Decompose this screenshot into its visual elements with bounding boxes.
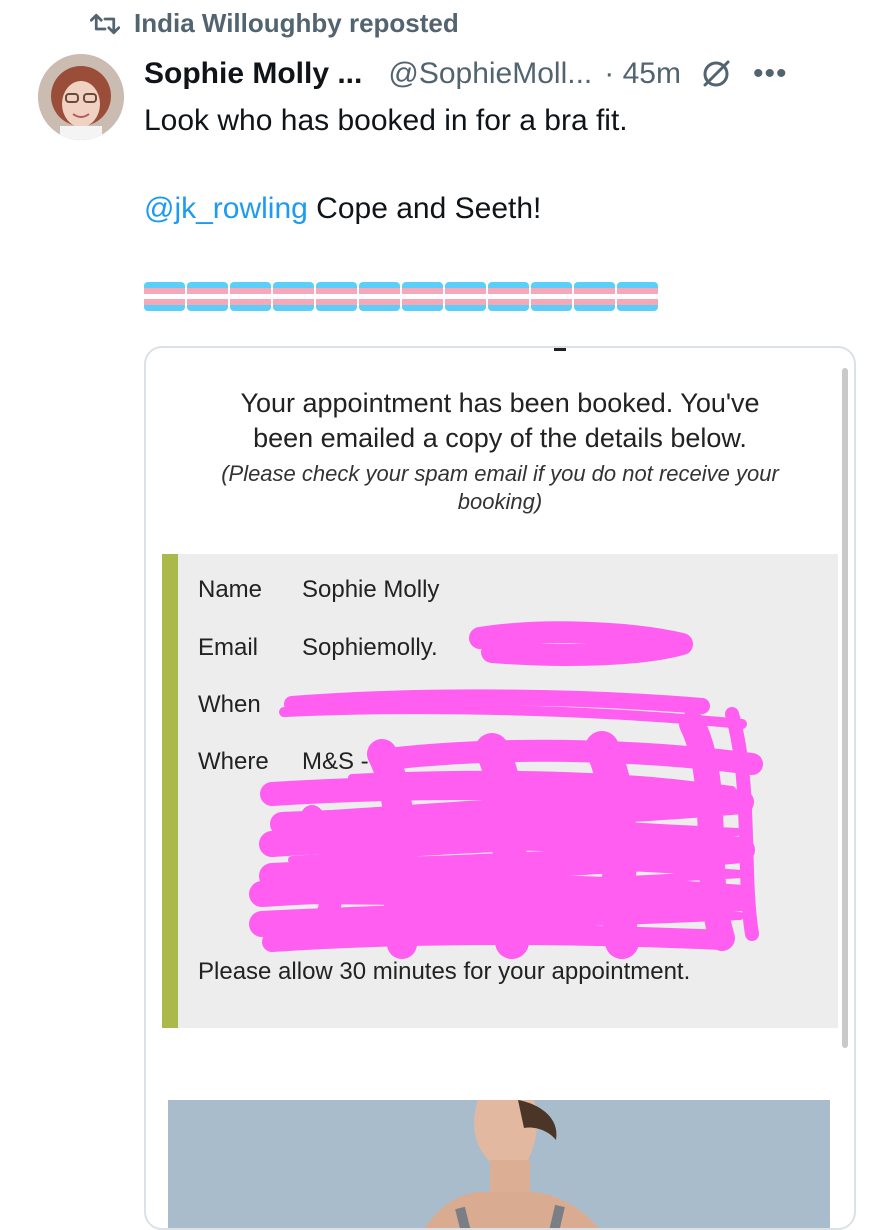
grok-icon[interactable] [699, 57, 733, 91]
repost-indicator[interactable]: India Willoughby reposted [90, 8, 459, 39]
avatar-image [38, 54, 124, 140]
confirmation-line-1: Your appointment has been booked. You've [240, 388, 760, 418]
transgender-flag-icon [617, 282, 658, 311]
transgender-flag-icon [144, 282, 185, 311]
transgender-flag-icon [359, 282, 400, 311]
post-header: Sophie Molly ... @SophieMoll... · 45m ••… [144, 52, 864, 96]
scrollbar [842, 368, 848, 1048]
mention-link[interactable]: @jk_rowling [144, 192, 308, 225]
confirmation-line-2: been emailed a copy of the details below… [253, 423, 747, 453]
transgender-flag-icon [230, 282, 271, 311]
repost-text: India Willoughby reposted [134, 8, 459, 38]
post-text-line-1: Look who has booked in for a bra fit. [144, 104, 628, 137]
spam-note: (Please check your spam email if you do … [162, 460, 838, 516]
redaction-scribble [249, 621, 763, 959]
more-icon[interactable]: ••• [753, 57, 788, 91]
transgender-flag-icon [273, 282, 314, 311]
transgender-flag-icon [488, 282, 529, 311]
transgender-flag-icon [402, 282, 443, 311]
transgender-flag-icon [316, 282, 357, 311]
post-text-line-2: @jk_rowling Cope and Seeth! [144, 192, 541, 226]
model-photo [168, 1100, 830, 1228]
transgender-flag-icon [445, 282, 486, 311]
repost-icon [90, 13, 120, 34]
transgender-flag-icon [574, 282, 615, 311]
spam-note-line-1: (Please check your spam email if you do … [221, 461, 779, 486]
booking-confirmation: Your appointment has been booked. You've… [146, 386, 854, 456]
avatar[interactable] [38, 54, 124, 140]
display-name[interactable]: Sophie Molly ... [144, 57, 362, 91]
user-handle[interactable]: @SophieMoll... [388, 57, 592, 91]
flag-emoji-row [144, 282, 658, 311]
cropped-heading-mark [554, 348, 566, 351]
transgender-flag-icon [531, 282, 572, 311]
duration-note: Please allow 30 minutes for your appoint… [198, 958, 691, 985]
post-timestamp[interactable]: · 45m [604, 57, 681, 91]
booking-details: Name Sophie Molly Email Sophiemolly. Whe… [162, 554, 838, 1028]
media-card[interactable]: Your appointment has been booked. You've… [144, 346, 856, 1230]
promo-photo [168, 1100, 830, 1228]
post-text-rest: Cope and Seeth! [307, 192, 542, 225]
transgender-flag-icon [187, 282, 228, 311]
spam-note-line-2: booking) [457, 489, 543, 514]
